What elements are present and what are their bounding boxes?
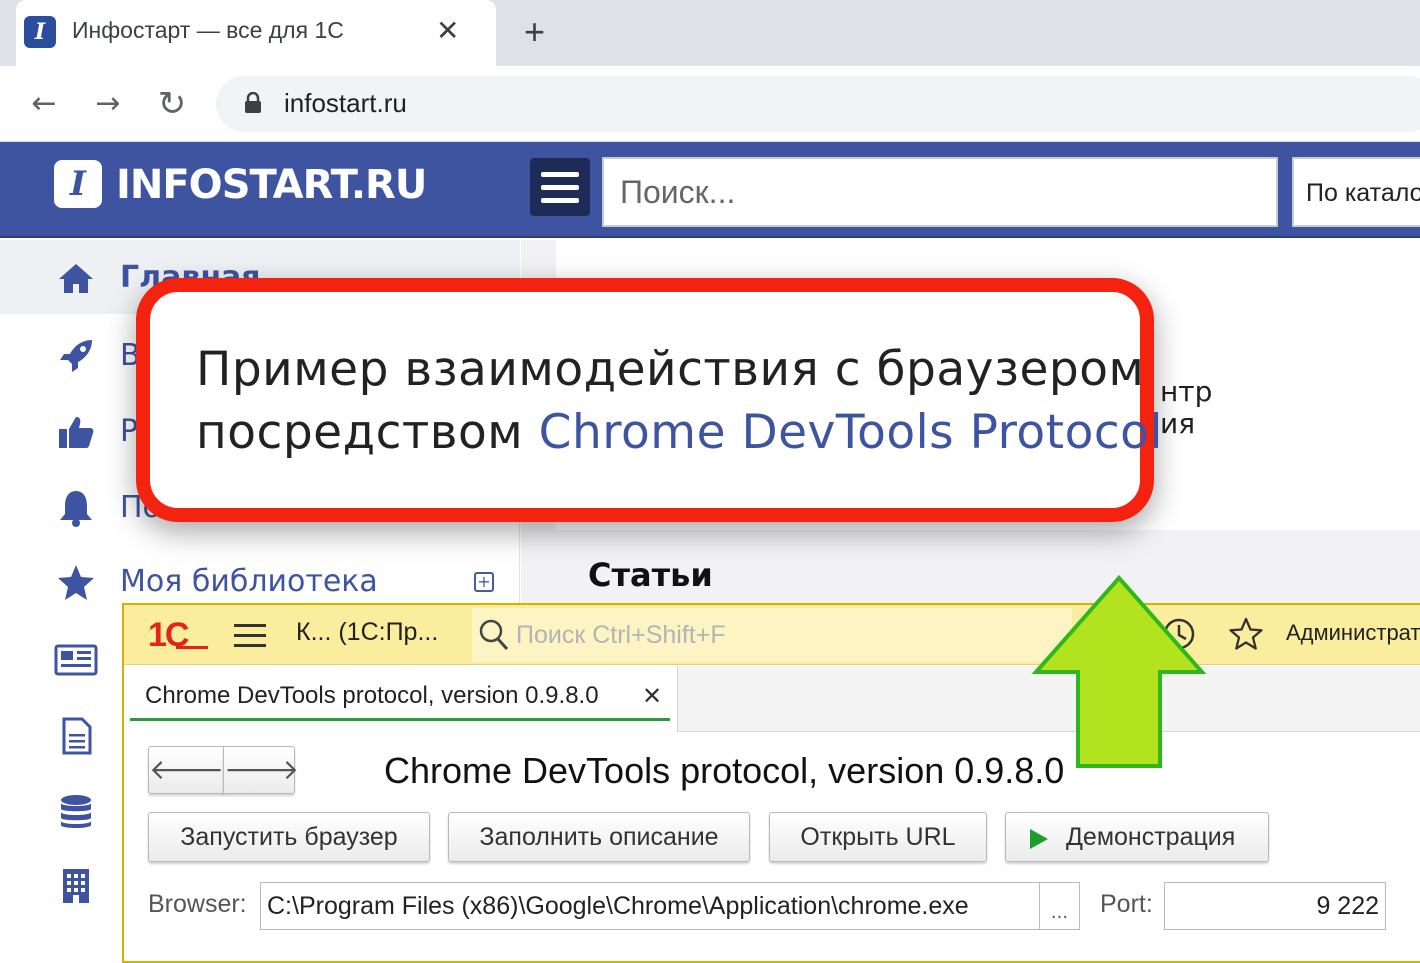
close-icon[interactable]: ✕ <box>642 682 662 711</box>
search-icon <box>479 619 509 651</box>
launch-browser-button[interactable]: Запустить браузер <box>148 812 430 862</box>
bell-icon <box>60 491 92 527</box>
onec-user-name[interactable]: Администратор <box>1286 620 1420 646</box>
rocket-icon <box>60 340 92 372</box>
star-icon <box>58 565 94 600</box>
port-input[interactable] <box>1164 882 1386 930</box>
demo-button-label: Демонстрация <box>1066 823 1236 851</box>
building-icon[interactable] <box>56 866 96 906</box>
onec-logo: 1С <box>148 616 189 654</box>
thumbs-up-icon <box>59 417 94 448</box>
favorites-star-icon[interactable] <box>1228 616 1264 652</box>
onec-menu-icon[interactable] <box>234 624 266 648</box>
onec-forward-button[interactable]: 🡒 <box>223 746 299 794</box>
reload-icon[interactable]: ↻ <box>152 84 192 124</box>
demo-button[interactable]: Демонстрация <box>1005 812 1269 862</box>
callout-text-prefix: посредством <box>196 405 539 460</box>
database-icon[interactable] <box>56 792 96 832</box>
green-up-arrow-icon <box>1031 574 1207 768</box>
site-search-input[interactable] <box>602 157 1278 227</box>
close-tab-icon[interactable]: ✕ <box>436 14 459 47</box>
browser-path-choose-button[interactable]: ... <box>1040 882 1080 930</box>
browser-path-input[interactable] <box>260 882 1040 930</box>
sidebar-item-my-library[interactable]: Моя библиотека <box>120 564 378 599</box>
new-tab-button[interactable]: + <box>524 11 545 53</box>
infostart-logo-icon[interactable]: I <box>54 160 102 208</box>
document-icon[interactable] <box>56 716 96 756</box>
back-arrow-icon[interactable]: ← <box>24 84 64 124</box>
infostart-favicon-icon: I <box>24 16 56 48</box>
partial-card-text: нтр ия <box>1160 376 1212 440</box>
onec-search-input[interactable] <box>472 608 1072 662</box>
callout-box <box>136 278 1154 522</box>
url-text[interactable]: infostart.ru <box>284 88 407 119</box>
hamburger-menu-icon[interactable] <box>530 158 590 216</box>
onec-logo-underline <box>176 646 208 649</box>
tab-articles-label[interactable]: Статьи <box>588 556 713 594</box>
port-label: Port: <box>1100 890 1153 918</box>
callout-devtools-link: Chrome DevTools Protocol <box>538 405 1163 460</box>
browser-tab-title: Инфостарт — все для 1С <box>72 17 344 43</box>
callout-text-line1: Пример взаимодействия с браузером <box>196 342 1145 397</box>
partial-text-line: ия <box>1160 407 1196 440</box>
add-library-icon[interactable]: + <box>474 572 494 592</box>
onec-back-button[interactable]: 🡐 <box>148 746 224 794</box>
onec-form-title: Chrome DevTools protocol, version 0.9.8.… <box>384 750 1065 791</box>
home-icon <box>59 264 93 293</box>
onec-tab-label[interactable]: Chrome DevTools protocol, version 0.9.8.… <box>145 682 599 710</box>
catalog-select[interactable]: По каталогу <box>1292 157 1420 227</box>
forward-arrow-icon[interactable]: → <box>88 84 128 124</box>
play-icon <box>1030 829 1048 849</box>
onec-app-title: К... (1С:Пр... <box>296 618 439 646</box>
site-logo-text[interactable]: INFOSTART.RU <box>116 162 427 208</box>
open-url-button[interactable]: Открыть URL <box>769 812 987 862</box>
newspaper-icon[interactable] <box>54 640 98 680</box>
lock-icon <box>245 92 261 113</box>
fill-description-button[interactable]: Заполнить описание <box>448 812 750 862</box>
active-tab-indicator <box>130 718 670 721</box>
partial-text-line: нтр <box>1160 375 1213 408</box>
browser-path-label: Browser: <box>148 890 247 918</box>
callout-text-line2: посредством Chrome DevTools Protocol <box>196 405 1163 460</box>
